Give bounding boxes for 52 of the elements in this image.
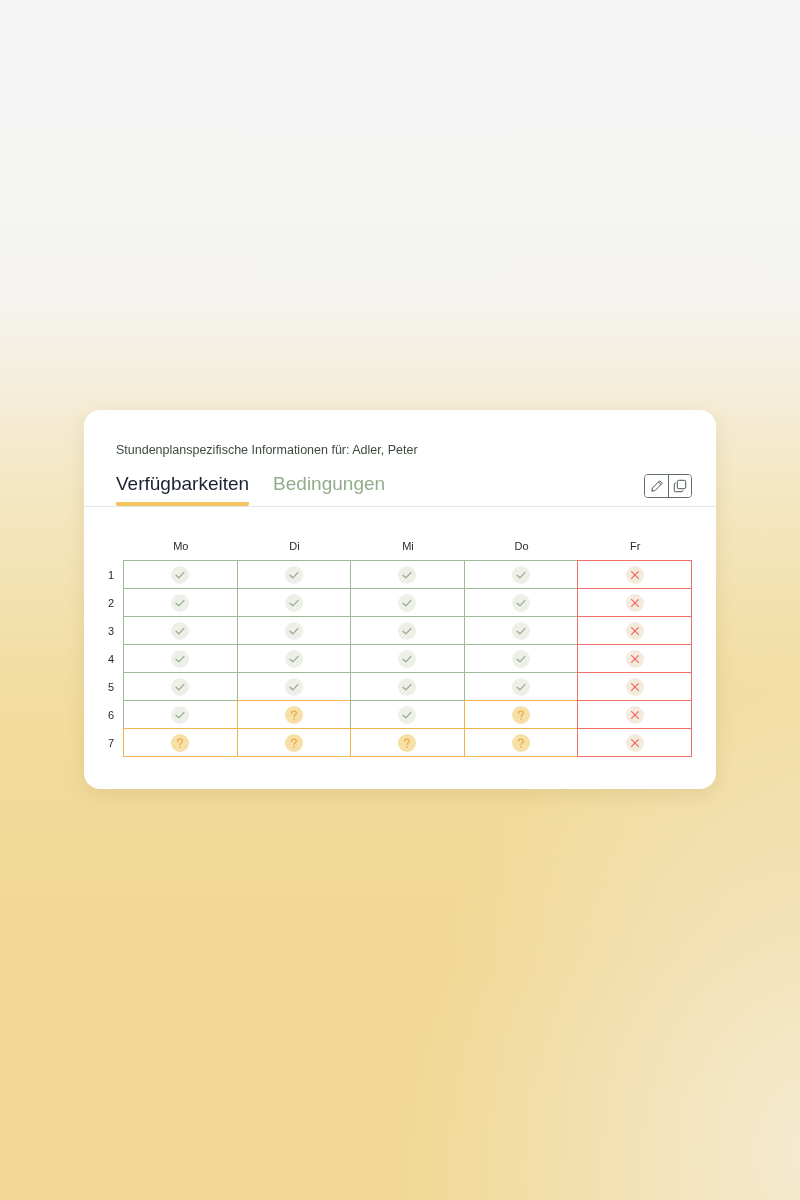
check-icon <box>171 649 190 668</box>
column-header: Fr <box>629 539 642 554</box>
question-icon <box>284 733 303 752</box>
row-label: 2 <box>107 596 116 611</box>
pencil-icon <box>649 479 664 493</box>
column-header: Mi <box>401 539 415 554</box>
row-label: 6 <box>107 708 116 723</box>
check-icon <box>398 621 417 640</box>
check-icon <box>512 677 531 696</box>
check-icon <box>398 593 417 612</box>
check-icon <box>284 649 303 668</box>
tab[interactable]: Verfügbarkeiten <box>116 470 250 506</box>
column-header: Mo <box>172 539 190 554</box>
copy-button[interactable] <box>668 475 691 497</box>
row-label: 7 <box>107 736 116 751</box>
row-label: 4 <box>107 652 116 667</box>
cross-icon <box>625 565 644 584</box>
check-icon <box>398 677 417 696</box>
check-icon <box>512 565 531 584</box>
row-label: 5 <box>107 680 116 695</box>
question-icon <box>284 705 303 724</box>
check-icon <box>284 677 303 696</box>
cross-icon <box>625 677 644 696</box>
question-icon <box>512 733 531 752</box>
question-icon <box>512 705 531 724</box>
question-icon <box>171 733 190 752</box>
row-label: 3 <box>107 624 116 639</box>
check-icon <box>171 593 190 612</box>
check-icon <box>171 565 190 584</box>
cross-icon <box>625 621 644 640</box>
check-icon <box>398 565 417 584</box>
check-icon <box>398 649 417 668</box>
check-icon <box>398 705 417 724</box>
check-icon <box>284 593 303 612</box>
cross-icon <box>625 593 644 612</box>
check-icon <box>171 621 190 640</box>
check-icon <box>284 621 303 640</box>
check-icon <box>284 565 303 584</box>
cross-icon <box>625 733 644 752</box>
copy-icon <box>673 479 687 493</box>
check-icon <box>171 705 190 724</box>
column-header: Do <box>513 539 530 554</box>
cross-icon <box>625 705 644 724</box>
check-icon <box>171 677 190 696</box>
column-header: Di <box>288 539 301 554</box>
row-label: 1 <box>107 568 116 583</box>
question-icon <box>398 733 417 752</box>
card-title: Stundenplanspezifische Informationen für: Adler, Peter <box>115 442 419 458</box>
check-icon <box>512 621 531 640</box>
check-icon <box>512 649 531 668</box>
check-icon <box>512 593 531 612</box>
cross-icon <box>625 649 644 668</box>
